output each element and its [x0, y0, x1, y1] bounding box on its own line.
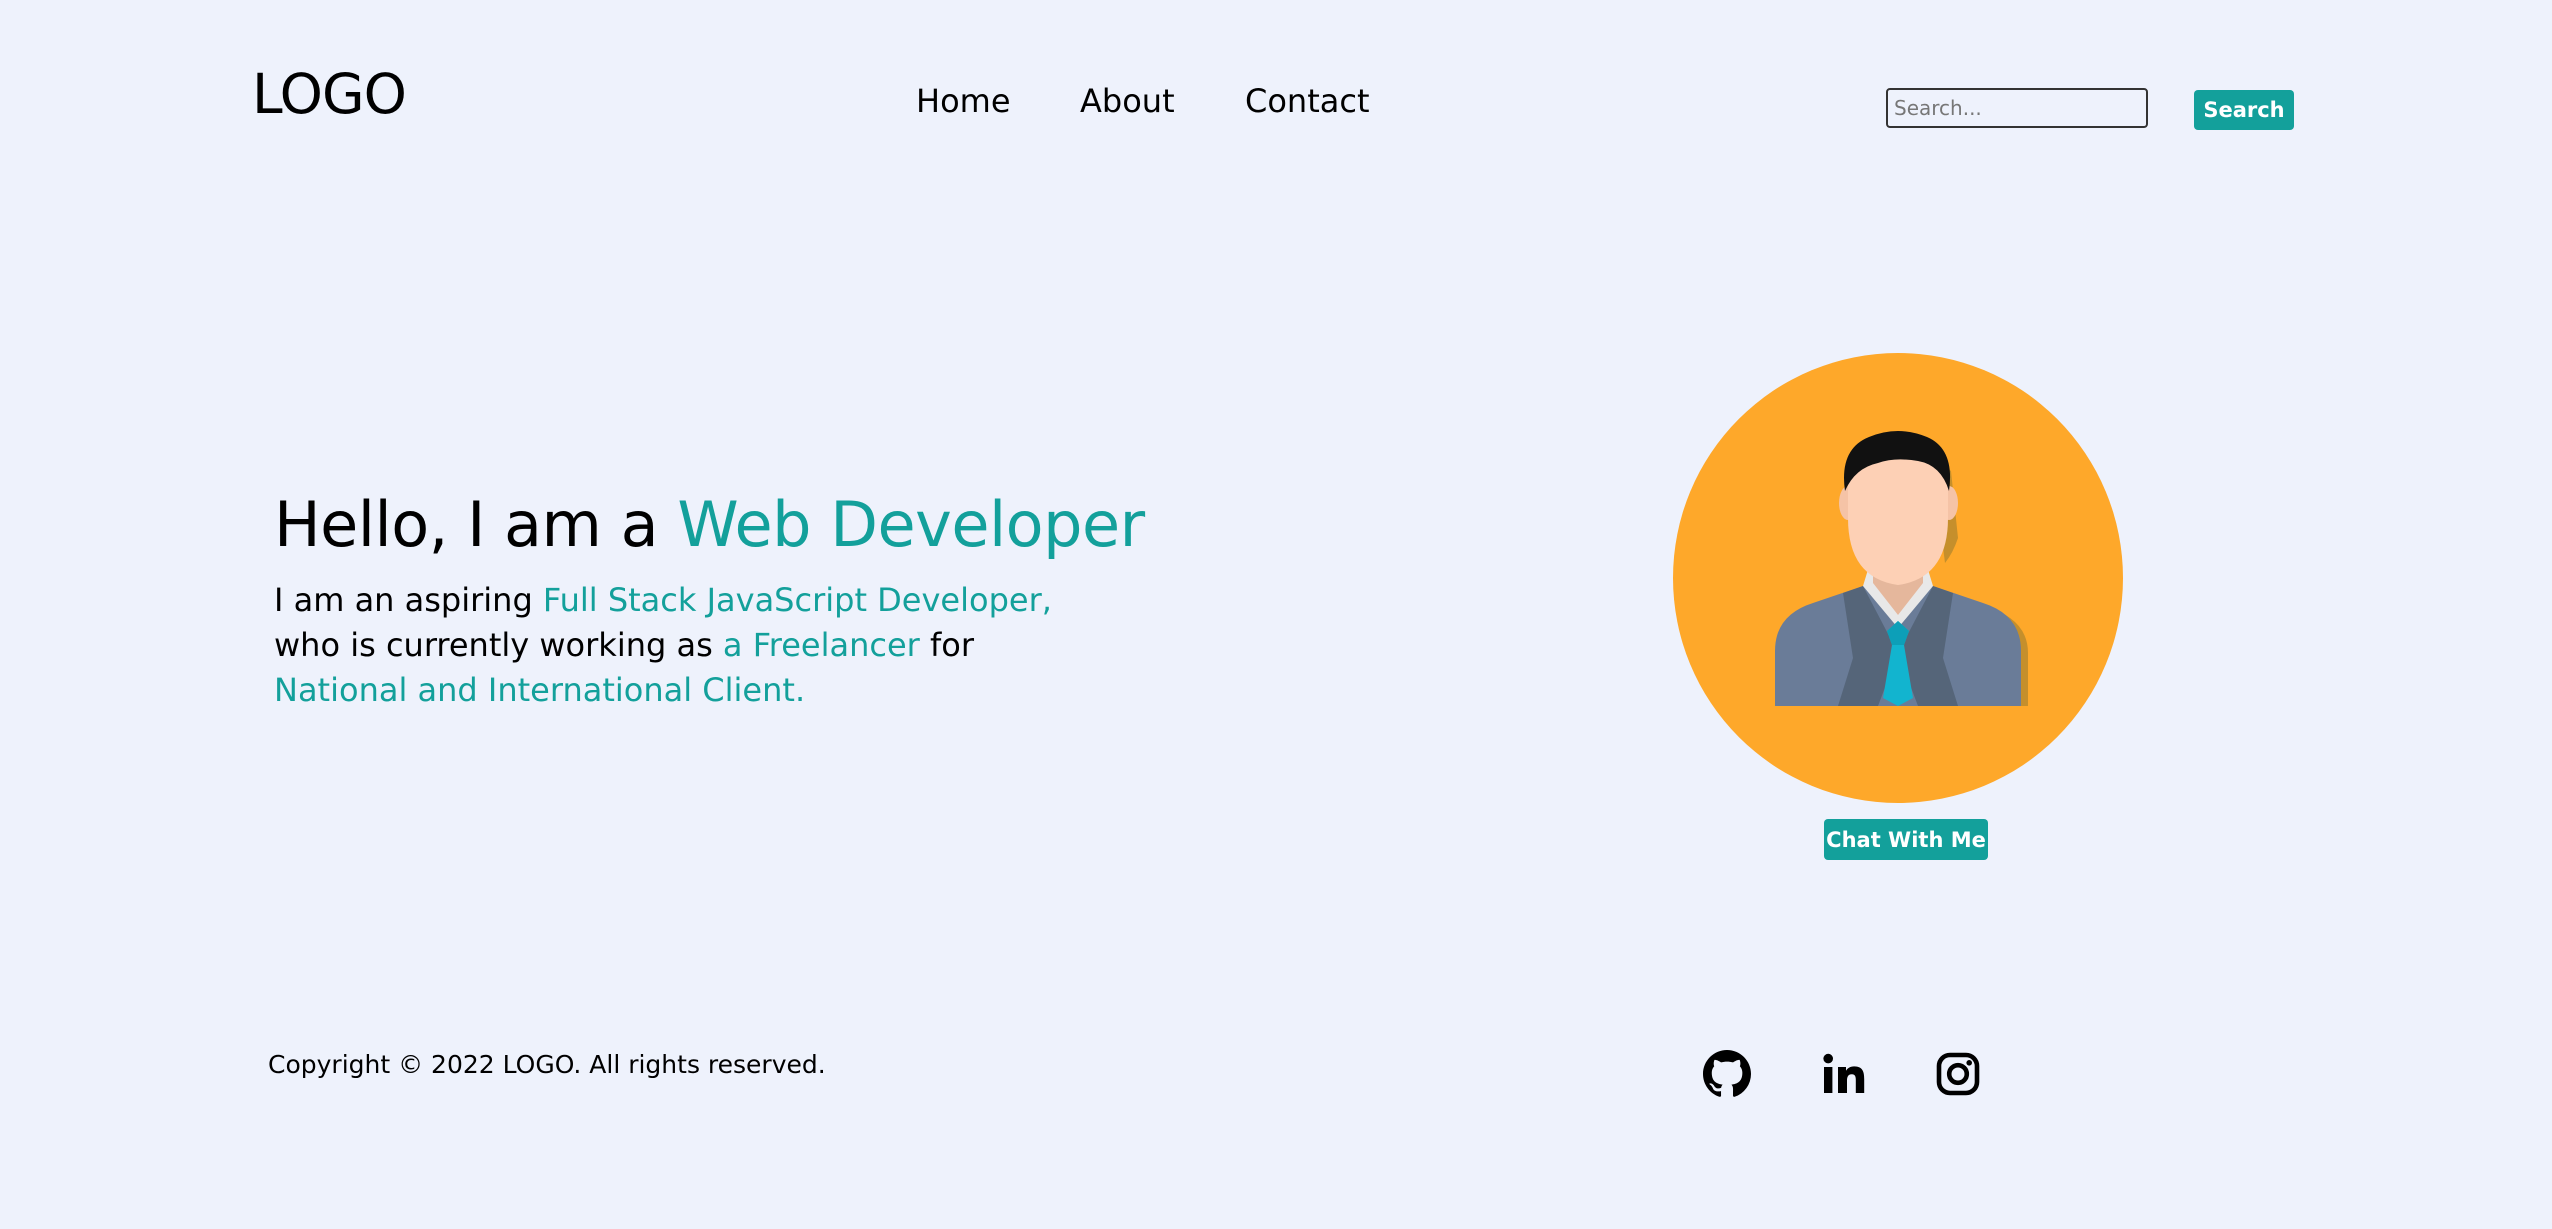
businessman-avatar-icon — [1775, 431, 2028, 706]
logo: LOGO — [252, 62, 407, 126]
desc-line1-prefix: I am an aspiring — [274, 581, 543, 619]
linkedin-icon[interactable] — [1820, 1050, 1868, 1098]
hero-title-accent: Web Developer — [677, 488, 1145, 561]
search-input[interactable] — [1886, 88, 2148, 128]
github-icon[interactable] — [1703, 1050, 1751, 1098]
hero-desc-line-2: who is currently working as a Freelancer… — [274, 623, 1052, 668]
hero-title-prefix: Hello, I am a — [274, 488, 678, 561]
search-button[interactable]: Search — [2194, 90, 2294, 130]
desc-line2-prefix: who is currently working as — [274, 626, 723, 664]
hero-title: Hello, I am a Web Developer — [274, 488, 1145, 561]
desc-line1-accent: Full Stack JavaScript Developer, — [542, 581, 1052, 619]
avatar — [1673, 353, 2123, 803]
nav-about[interactable]: About — [1080, 82, 1175, 120]
instagram-icon[interactable] — [1934, 1050, 1982, 1098]
desc-line3-accent: National and International Client. — [274, 671, 806, 709]
copyright-text: Copyright © 2022 LOGO. All rights reserv… — [268, 1050, 826, 1079]
nav-home[interactable]: Home — [916, 82, 1011, 120]
chat-with-me-button[interactable]: Chat With Me — [1824, 819, 1988, 860]
hero-desc-line-1: I am an aspiring Full Stack JavaScript D… — [274, 578, 1052, 623]
hero-description: I am an aspiring Full Stack JavaScript D… — [274, 578, 1052, 713]
nav-contact[interactable]: Contact — [1245, 82, 1370, 120]
hero-desc-line-3: National and International Client. — [274, 668, 1052, 713]
desc-line2-accent: a Freelancer — [722, 626, 920, 664]
desc-line2-suffix: for — [919, 626, 974, 664]
